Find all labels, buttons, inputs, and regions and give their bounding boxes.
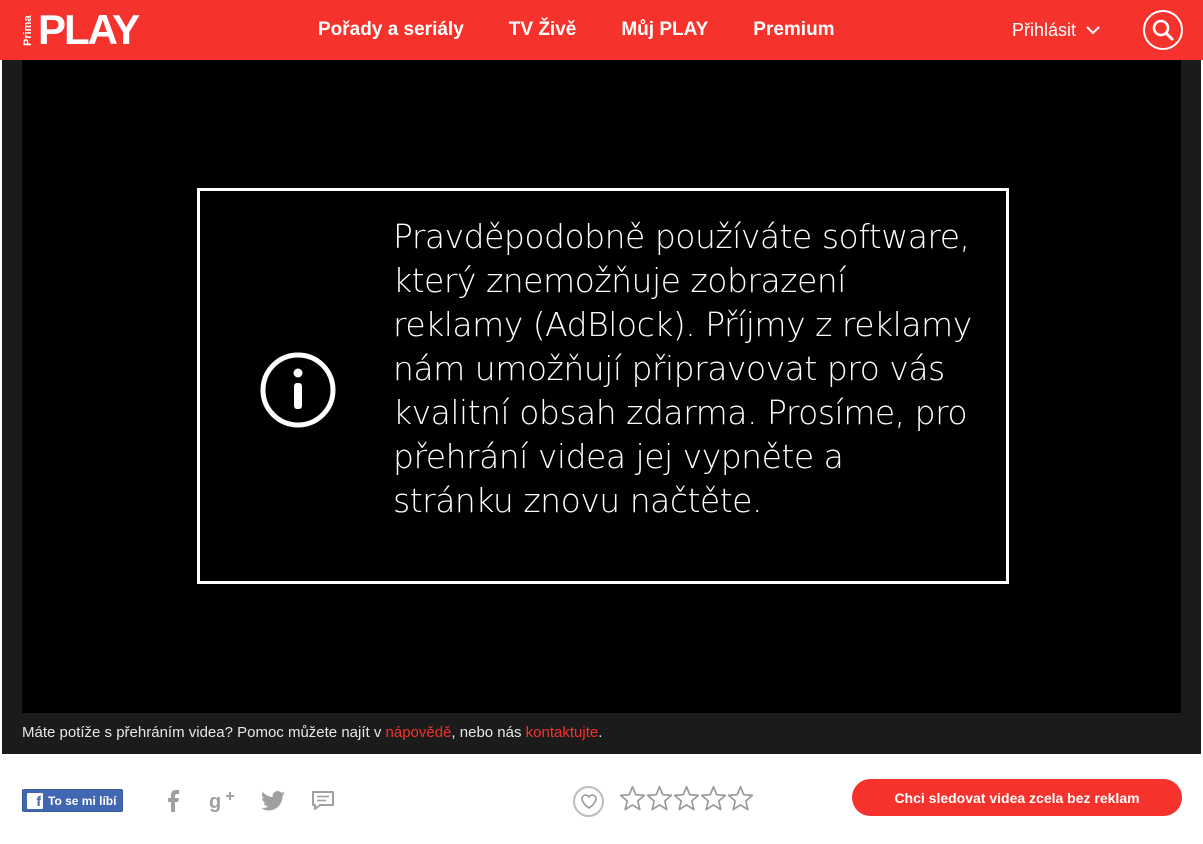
- prima-play-logo[interactable]: Prima PLAY: [22, 6, 140, 53]
- logo-prima-text: Prima: [22, 15, 34, 46]
- facebook-like-button[interactable]: f To se mi líbí: [22, 789, 124, 812]
- search-icon: [1152, 19, 1174, 41]
- nav-porady-a-serialy[interactable]: Pořady a seriály: [318, 19, 464, 41]
- chevron-down-icon: [1086, 26, 1100, 35]
- star-icon-3[interactable]: [673, 785, 700, 812]
- help-link[interactable]: nápovědě: [386, 724, 452, 741]
- star-icon-2[interactable]: [646, 785, 673, 812]
- comment-icon[interactable]: [309, 787, 337, 815]
- adblock-notice: Pravděpodobně používáte software, který …: [197, 188, 1009, 584]
- login-label: Přihlásit: [1011, 19, 1076, 40]
- playback-help-text: Máte potíže s přehráním videa? Pomoc můž…: [22, 724, 603, 741]
- top-header: Prima PLAY Pořady a seriály TV Živě Můj …: [0, 0, 1203, 60]
- nav-muj-play[interactable]: Můj PLAY: [621, 19, 708, 41]
- facebook-logo-icon: f: [27, 792, 43, 809]
- facebook-like-label: To se mi líbí: [48, 793, 117, 808]
- favorite-button[interactable]: [573, 786, 604, 817]
- rating-stars: [619, 785, 754, 812]
- search-button[interactable]: [1143, 10, 1183, 50]
- logo-play-text: PLAY: [38, 6, 140, 53]
- star-icon-5[interactable]: [727, 785, 754, 812]
- adblock-notice-text: Pravděpodobně používáte software, který …: [393, 217, 972, 520]
- nav-premium[interactable]: Premium: [753, 19, 834, 41]
- main-nav: Pořady a seriály TV Živě Můj PLAY Premiu…: [318, 0, 880, 60]
- facebook-icon[interactable]: [159, 787, 187, 815]
- login-dropdown[interactable]: Přihlásit: [1012, 0, 1100, 60]
- google-plus-icon[interactable]: g: [208, 787, 236, 815]
- heart-icon: [580, 794, 597, 809]
- bottom-action-bar: f To se mi líbí g Chci sledovat videa zc…: [0, 754, 1203, 844]
- premium-no-ads-button[interactable]: Chci sledovat videa zcela bez reklam: [852, 779, 1182, 816]
- nav-tv-zive[interactable]: TV Živě: [509, 19, 577, 41]
- contact-link[interactable]: kontaktujte: [526, 724, 599, 741]
- video-player[interactable]: Pravděpodobně používáte software, který …: [22, 60, 1181, 713]
- star-icon-1[interactable]: [619, 785, 646, 812]
- info-icon: [260, 352, 336, 428]
- video-player-area: Pravděpodobně používáte software, který …: [2, 60, 1201, 754]
- twitter-icon[interactable]: [259, 787, 287, 815]
- star-icon-4[interactable]: [700, 785, 727, 812]
- svg-text:g: g: [209, 791, 221, 812]
